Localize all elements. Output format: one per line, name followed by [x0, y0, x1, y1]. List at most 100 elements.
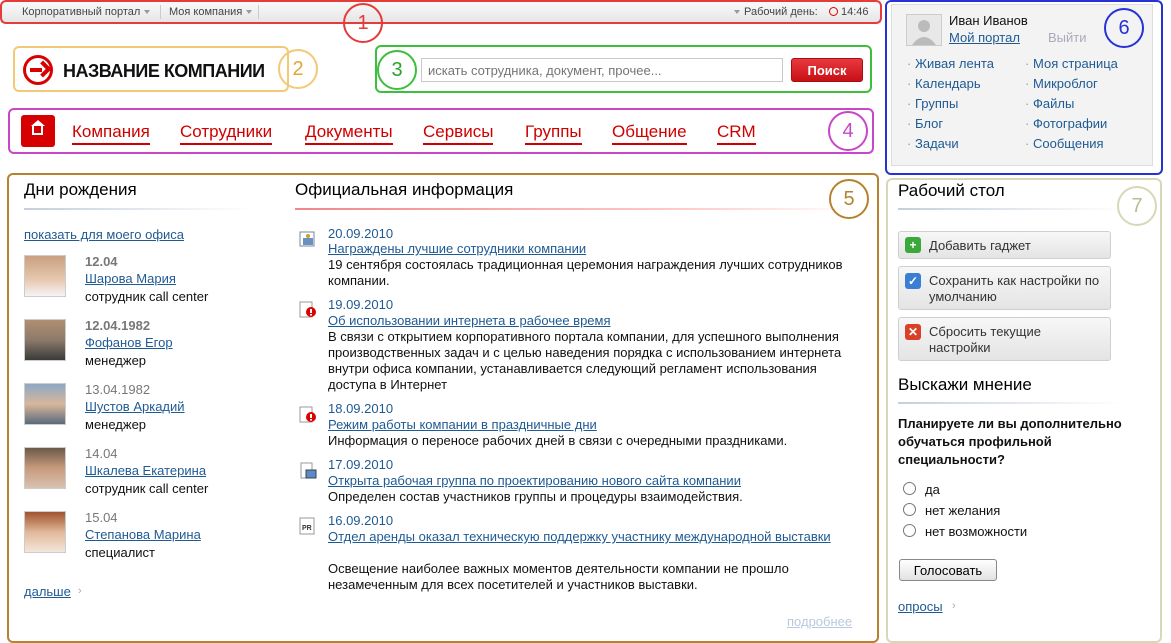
add-gadget-button[interactable]: + Добавить гаджет	[898, 231, 1111, 259]
birthday-name[interactable]: Шустов Аркадий	[85, 399, 185, 414]
poll-option-label[interactable]: нет желания	[925, 503, 1000, 518]
birthday-date: 14.04	[85, 446, 118, 461]
link-photos[interactable]: Фотографии	[1025, 116, 1107, 131]
avatar[interactable]	[24, 511, 66, 553]
chevron-right-icon: ›	[78, 585, 82, 597]
link-tasks[interactable]: Задачи	[907, 136, 959, 151]
birthday-position: специалист	[85, 545, 156, 560]
birthday-name[interactable]: Степанова Марина	[85, 527, 201, 542]
logout-link[interactable]: Выйти	[1048, 30, 1087, 45]
chevron-right-icon: ›	[952, 600, 956, 612]
birthdays-title: Дни рождения	[24, 180, 137, 199]
birthdays-more-link[interactable]: дальше	[24, 584, 71, 599]
link-files[interactable]: Файлы	[1025, 96, 1074, 111]
show-my-office-link[interactable]: показать для моего офиса	[24, 227, 184, 242]
menu-item-services[interactable]: Сервисы	[423, 122, 494, 145]
birthday-name[interactable]: Шкалева Екатерина	[85, 463, 206, 478]
menu-item-company[interactable]: Компания	[72, 122, 150, 145]
avatar[interactable]	[24, 447, 66, 489]
birthday-date: 12.04.1982	[85, 318, 151, 333]
add-gadget-label: Добавить гаджет	[929, 238, 1031, 253]
divider	[898, 402, 1123, 404]
user-avatar[interactable]	[906, 14, 942, 46]
divider	[898, 208, 1123, 210]
vote-button[interactable]: Голосовать	[899, 559, 997, 581]
news-title[interactable]: Награждены лучшие сотрудники компании	[328, 241, 848, 257]
divider	[295, 208, 860, 210]
link-messages[interactable]: Сообщения	[1025, 136, 1104, 151]
news-text: Освещение наиболее важных моментов деяте…	[328, 561, 789, 592]
link-calendar[interactable]: Календарь	[907, 76, 981, 91]
avatar[interactable]	[24, 383, 66, 425]
link-microblog[interactable]: Микроблог	[1025, 76, 1098, 91]
official-more-link[interactable]: подробнее	[787, 614, 852, 629]
birthday-position: менеджер	[85, 353, 147, 368]
news-date: 17.09.2010	[328, 457, 394, 472]
news-text: Определен состав участников группы и про…	[328, 489, 743, 504]
computer-icon	[300, 462, 317, 479]
poll-title: Выскажи мнение	[898, 375, 1032, 394]
menu-item-crm[interactable]: CRM	[717, 122, 756, 145]
menu-item-employees[interactable]: Сотрудники	[180, 122, 273, 145]
user-name: Иван Иванов	[949, 13, 1028, 28]
annotation-number: 1	[343, 3, 383, 43]
poll-option-radio[interactable]	[903, 482, 916, 495]
company-logo[interactable]: НАЗВАНИЕ КОМПАНИИ	[13, 46, 289, 92]
logo-text: НАЗВАНИЕ КОМПАНИИ	[63, 61, 265, 81]
poll-option-radio[interactable]	[903, 524, 916, 537]
important-icon	[299, 406, 316, 423]
link-groups[interactable]: Группы	[907, 96, 958, 111]
divider	[24, 208, 254, 210]
annotation-number: 2	[278, 49, 318, 89]
annotation-box-1	[0, 0, 882, 24]
link-blog[interactable]: Блог	[907, 116, 943, 131]
news-title[interactable]: Отдел аренды оказал техническую поддержк…	[328, 529, 848, 545]
poll-question: Планируете ли вы дополнительно обучаться…	[898, 416, 1122, 467]
news-date: 19.09.2010	[328, 297, 394, 312]
poll-option-label[interactable]: да	[925, 482, 940, 497]
search-input[interactable]	[421, 58, 783, 82]
annotation-number: 3	[377, 50, 417, 90]
polls-link[interactable]: опросы	[898, 599, 943, 614]
menu-item-groups[interactable]: Группы	[525, 122, 582, 145]
birthday-position: сотрудник call center	[85, 289, 209, 304]
checkmark-icon: ✓	[905, 273, 921, 289]
svg-text:PR: PR	[302, 525, 312, 532]
arrow-right-icon	[23, 55, 53, 85]
news-title[interactable]: Режим работы компании в праздничные дни	[328, 417, 848, 433]
annotation-number: 6	[1104, 8, 1144, 48]
my-portal-link[interactable]: Мой портал	[949, 30, 1020, 45]
news-date: 20.09.2010	[328, 226, 394, 241]
news-date: 18.09.2010	[328, 401, 394, 416]
avatar[interactable]	[24, 255, 66, 297]
annotation-number: 7	[1117, 186, 1157, 226]
news-text: В связи с открытием корпоративного порта…	[328, 329, 842, 392]
link-live-feed[interactable]: Живая лента	[907, 56, 994, 71]
link-my-page[interactable]: Моя страница	[1025, 56, 1118, 71]
save-default-label: Сохранить как настройки по умолчанию	[929, 273, 1100, 304]
news-text: 19 сентября состоялась традиционная цере…	[328, 257, 843, 288]
search-button[interactable]: Поиск	[791, 58, 863, 82]
birthday-name[interactable]: Шарова Мария	[85, 271, 176, 286]
poll-option-radio[interactable]	[903, 503, 916, 516]
annotation-number: 5	[829, 179, 869, 219]
close-icon: ✕	[905, 324, 921, 340]
official-info-title: Официальная информация	[295, 180, 514, 199]
news-date: 16.09.2010	[328, 513, 394, 528]
menu-item-documents[interactable]: Документы	[305, 122, 393, 145]
reset-settings-button[interactable]: ✕ Сбросить текущие настройки	[898, 317, 1111, 361]
menu-item-communication[interactable]: Общение	[612, 122, 687, 145]
avatar[interactable]	[24, 319, 66, 361]
home-button[interactable]	[21, 115, 55, 147]
news-text: Информация о переносе рабочих дней в свя…	[328, 433, 788, 448]
desktop-title: Рабочий стол	[898, 181, 1005, 200]
birthday-date: 12.04	[85, 254, 118, 269]
poll-option-label[interactable]: нет возможности	[925, 524, 1027, 539]
news-title[interactable]: Об использовании интернета в рабочее вре…	[328, 313, 848, 329]
home-icon	[31, 120, 45, 135]
save-default-button[interactable]: ✓ Сохранить как настройки по умолчанию	[898, 266, 1111, 310]
news-title[interactable]: Открыта рабочая группа по проектированию…	[328, 473, 848, 489]
pr-icon: PR	[299, 517, 315, 535]
award-icon	[299, 231, 315, 247]
birthday-name[interactable]: Фофанов Егор	[85, 335, 173, 350]
